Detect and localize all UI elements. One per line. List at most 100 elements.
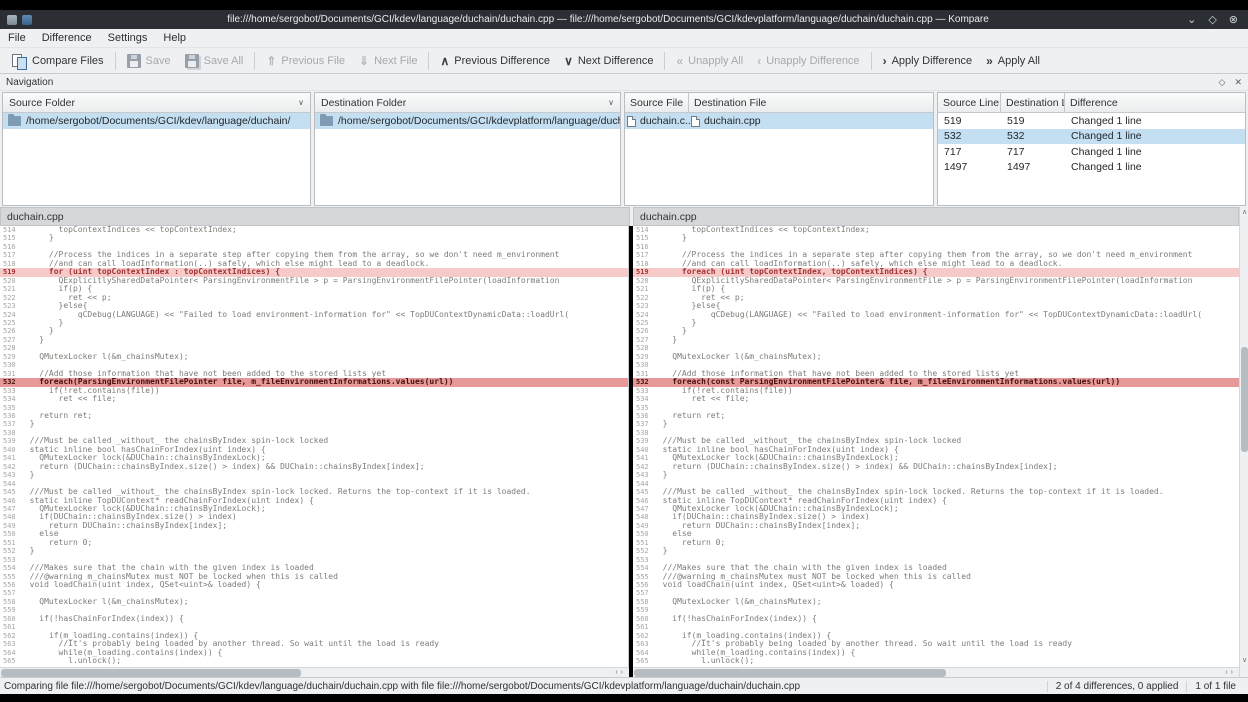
diff-code-line[interactable]: 532 foreach(ParsingEnvironmentFilePointe… (0, 378, 628, 386)
code-text: ret << p; (20, 294, 628, 302)
dock-float-icon[interactable]: ◇ (1219, 77, 1226, 88)
source-folder-panel: Source Folder ∨ /home/sergobot/Documents… (2, 92, 311, 206)
line-number: 556 (633, 581, 653, 589)
difference-row[interactable]: 519519Changed 1 line (938, 113, 1245, 129)
code-line: 517 //Process the indices in a separate … (633, 251, 1239, 259)
line-number: 542 (633, 463, 653, 471)
code-text (653, 404, 1239, 412)
code-line: 534 ret << file; (633, 395, 1239, 403)
right-horizontal-scrollbar-thumb[interactable] (634, 669, 946, 677)
maximize-icon[interactable]: ◇ (1208, 13, 1216, 26)
right-horizontal-scrollbar[interactable]: ‹› (633, 667, 1239, 677)
code-text: } (653, 471, 1239, 479)
code-text: ///Makes sure that the chain with the gi… (20, 564, 628, 572)
code-text (653, 361, 1239, 369)
code-line: 551 return 0; (633, 539, 1239, 547)
code-text (20, 404, 628, 412)
scroll-up-icon[interactable]: ∧ (1240, 208, 1248, 217)
menu-settings[interactable]: Settings (100, 29, 156, 47)
line-number: 548 (0, 513, 20, 521)
code-line: 543 } (0, 471, 628, 479)
app-menu-icon[interactable] (22, 15, 32, 25)
titlebar[interactable]: file:///home/sergobot/Documents/GCI/kdev… (0, 10, 1248, 29)
code-text: else (20, 530, 628, 538)
code-line: 530 (633, 361, 1239, 369)
file-row[interactable]: duchain.c... duchain.cpp (625, 113, 933, 129)
previous-difference-button[interactable]: ∧Previous Difference (433, 53, 557, 69)
code-line: 529 QMutexLocker l(&m_chainsMutex); (0, 353, 628, 361)
code-line: 561 (633, 623, 1239, 631)
destination-line-header-label: Destination Lin (1006, 97, 1065, 109)
difference-row[interactable]: 532532Changed 1 line (938, 129, 1245, 145)
diff-code-line[interactable]: 519 for (uint topContextIndex : topConte… (0, 268, 628, 276)
vertical-scrollbar[interactable]: ∧ ∨ (1239, 207, 1248, 677)
apply-difference-button[interactable]: ›Apply Difference (876, 53, 980, 69)
code-text: void loadChain(uint index, QSet<uint>& l… (653, 581, 1239, 589)
code-text: if(!hasChainForIndex(index)) { (20, 615, 628, 623)
code-text: static inline bool hasChainForIndex(uint… (653, 446, 1239, 454)
previous-file-icon: ⇑ (266, 55, 276, 67)
right-pane-filename: duchain.cpp (640, 211, 697, 223)
code-line: 562 if(m_loading.contains(index)) { (0, 632, 628, 640)
code-text: qCDebug(LANGUAGE) << "Failed to load env… (20, 311, 628, 319)
menu-file[interactable]: File (0, 29, 34, 47)
folder-icon (8, 116, 21, 126)
code-text: else (653, 530, 1239, 538)
line-number: 565 (633, 657, 653, 665)
chevron-down-icon: ∨ (294, 98, 304, 107)
line-number: 564 (0, 649, 20, 657)
menu-help[interactable]: Help (155, 29, 194, 47)
left-horizontal-scrollbar-thumb[interactable] (1, 669, 301, 677)
diff-code-line[interactable]: 532 foreach(const ParsingEnvironmentFile… (633, 378, 1239, 386)
source-folder-header[interactable]: Source Folder ∨ (3, 93, 310, 113)
status-message: Comparing file file:///home/sergobot/Doc… (4, 681, 1047, 692)
navigation-dock-header[interactable]: Navigation ◇ ✕ (0, 74, 1248, 91)
source-code-pane[interactable]: 514 topContextIndices << topContextIndex… (0, 226, 629, 667)
line-number: 564 (633, 649, 653, 657)
code-line: 535 (0, 404, 628, 412)
titlebar-icons (0, 15, 39, 25)
source-line-header[interactable]: Source Line ∨ (938, 93, 1001, 112)
dock-close-icon[interactable]: ✕ (1234, 77, 1242, 88)
unapply-difference-icon: ‹ (757, 55, 761, 67)
diff-code-line[interactable]: 519 foreach (uint topContextIndex, topCo… (633, 268, 1239, 276)
menu-difference[interactable]: Difference (34, 29, 100, 47)
difference-row[interactable]: 717717Changed 1 line (938, 144, 1245, 160)
line-number: 516 (633, 243, 653, 251)
line-number: 562 (0, 632, 20, 640)
difference-row[interactable]: 14971497Changed 1 line (938, 160, 1245, 176)
destination-folder-item[interactable]: /home/sergobot/Documents/GCI/kdevplatfor… (315, 113, 620, 129)
source-folder-item[interactable]: /home/sergobot/Documents/GCI/kdev/langua… (3, 113, 310, 129)
code-text (20, 606, 628, 614)
left-horizontal-scrollbar[interactable]: ‹› (0, 667, 629, 677)
code-text: while(m_loading.contains(index)) { (20, 649, 628, 657)
code-line: 552 } (633, 547, 1239, 555)
vertical-scrollbar-thumb[interactable] (1241, 347, 1248, 452)
scroll-down-icon[interactable]: ∨ (1240, 656, 1248, 665)
difference-header[interactable]: Difference (1065, 93, 1245, 112)
code-text: QMutexLocker l(&m_chainsMutex); (653, 598, 1239, 606)
line-number: 565 (0, 657, 20, 665)
code-line: 537 } (0, 420, 628, 428)
code-text: if(!ret.contains(file)) (20, 387, 628, 395)
app-icon (7, 15, 17, 25)
close-icon[interactable]: ⊗ (1229, 13, 1238, 26)
destination-folder-header[interactable]: Destination Folder ∨ (315, 93, 620, 113)
next-difference-button[interactable]: ∨Next Difference (557, 53, 660, 69)
code-text: ret << p; (653, 294, 1239, 302)
line-number: 538 (0, 429, 20, 437)
code-text: } (653, 327, 1239, 335)
apply-all-button[interactable]: »Apply All (979, 53, 1047, 69)
destination-code-pane[interactable]: 514 topContextIndices << topContextIndex… (633, 226, 1239, 667)
compare-files-button[interactable]: Compare Files (4, 51, 111, 70)
minimize-icon[interactable]: ⌄ (1187, 13, 1196, 26)
chevron-down-icon: ∨ (604, 98, 614, 107)
destination-file-header[interactable]: Destination File (689, 93, 933, 112)
destination-line-header[interactable]: Destination Lin (1001, 93, 1065, 112)
code-text (653, 429, 1239, 437)
line-number: 544 (633, 480, 653, 488)
difference-cell: Changed 1 line (1065, 161, 1245, 173)
code-line: 553 (633, 556, 1239, 564)
source-file-header[interactable]: Source File ∨ (625, 93, 689, 112)
line-number: 540 (0, 446, 20, 454)
